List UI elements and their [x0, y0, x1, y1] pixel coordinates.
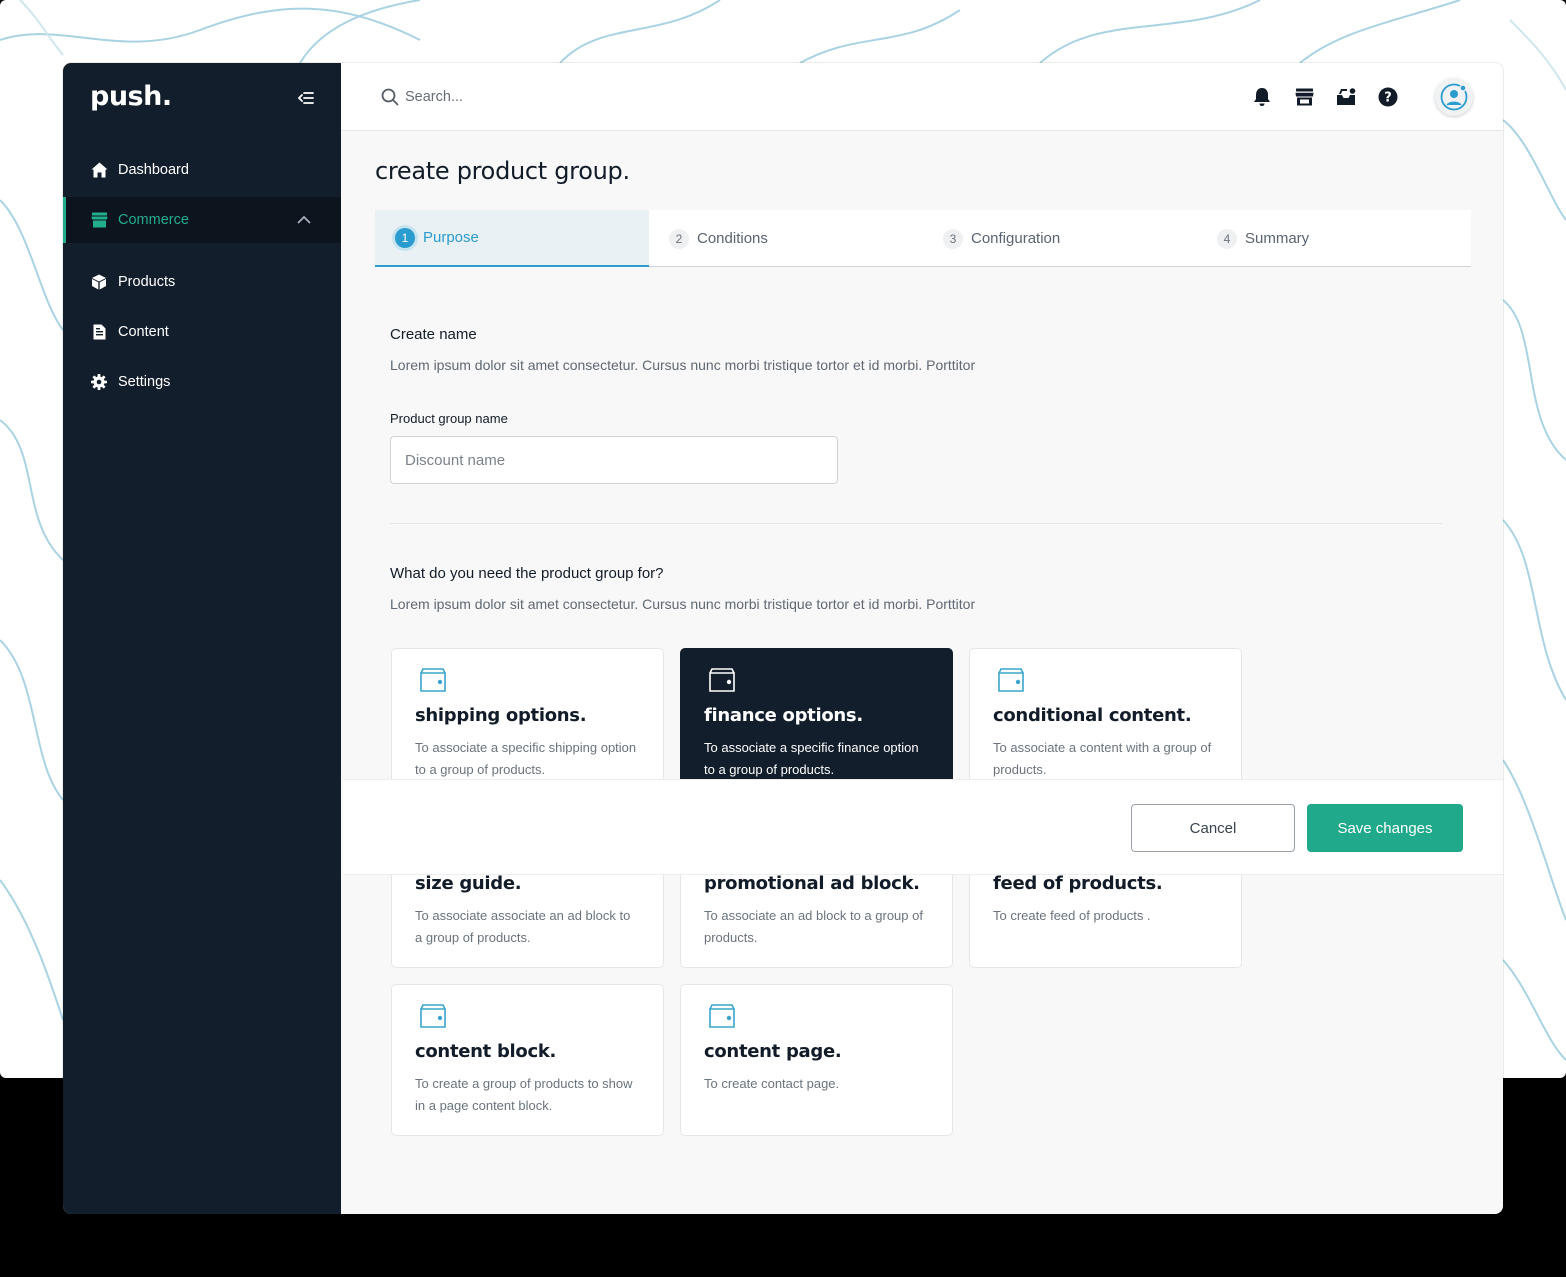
app-window: push. Dashboard Commerce Products Conten…: [63, 63, 1503, 1214]
step-configuration[interactable]: 3 Configuration: [923, 210, 1197, 267]
create-name-heading: Create name: [390, 326, 477, 343]
card-description: To associate a specific finance option t…: [704, 740, 919, 777]
sidebar-item-settings[interactable]: Settings: [63, 359, 341, 405]
document-icon: [90, 323, 108, 341]
sidebar-item-dashboard[interactable]: Dashboard: [63, 147, 341, 193]
save-changes-button[interactable]: Save changes: [1307, 804, 1463, 852]
collapse-menu-icon[interactable]: [295, 87, 317, 109]
stepper: 1 Purpose 2 Conditions 3 Configuration 4…: [375, 210, 1471, 267]
step-summary[interactable]: 4 Summary: [1197, 210, 1471, 267]
sidebar-item-label: Products: [118, 274, 176, 290]
avatar-icon[interactable]: [1435, 78, 1473, 116]
step-label: Summary: [1245, 230, 1310, 247]
chevron-up-icon[interactable]: [297, 212, 311, 228]
push-logo[interactable]: push.: [90, 81, 172, 112]
action-footer: Cancel Save changes: [343, 779, 1503, 875]
product-group-name-input[interactable]: [390, 436, 838, 484]
wallet-icon: [709, 668, 735, 692]
sidebar-item-products[interactable]: Products: [63, 259, 341, 305]
home-icon: [90, 161, 108, 179]
gear-icon: [90, 373, 108, 391]
card-title: content block.: [415, 1041, 557, 1062]
card-finance-options[interactable]: finance options. To associate a specific…: [680, 648, 953, 800]
card-title: feed of products.: [993, 873, 1163, 894]
card-description: To associate an ad block to a group of p…: [704, 908, 923, 945]
card-description: To create a group of products to show in…: [415, 1076, 633, 1113]
box-icon: [90, 273, 108, 291]
card-shipping-options[interactable]: shipping options. To associate a specifi…: [391, 648, 664, 800]
help-icon[interactable]: ?: [1377, 86, 1399, 108]
search-icon: [381, 88, 399, 111]
card-content-block[interactable]: content block. To create a group of prod…: [391, 984, 664, 1136]
sidebar: push. Dashboard Commerce Products Conten…: [63, 63, 341, 1214]
sidebar-item-label: Commerce: [118, 212, 189, 228]
purpose-description: Lorem ipsum dolor sit amet consectetur. …: [390, 596, 976, 612]
card-description: To associate a content with a group of p…: [993, 740, 1212, 777]
page-title: create product group.: [375, 157, 630, 185]
step-label: Configuration: [971, 230, 1061, 247]
card-title: promotional ad block.: [704, 873, 920, 894]
bell-icon[interactable]: [1251, 86, 1273, 108]
step-number: 1: [395, 227, 415, 248]
card-description: To associate a specific shipping option …: [415, 740, 637, 777]
card-title: size guide.: [415, 873, 522, 894]
card-title: finance options.: [704, 705, 863, 726]
step-number: 4: [1217, 228, 1237, 249]
search-input[interactable]: [405, 83, 805, 111]
sidebar-item-content[interactable]: Content: [63, 309, 341, 355]
wallet-icon: [709, 1004, 735, 1028]
step-label: Purpose: [423, 229, 479, 246]
cancel-button[interactable]: Cancel: [1131, 804, 1295, 852]
store-icon: [90, 211, 108, 229]
inbox-icon[interactable]: [1335, 86, 1357, 108]
sidebar-item-commerce[interactable]: Commerce: [63, 197, 341, 243]
top-header: ?: [341, 63, 1503, 131]
card-conditional-content[interactable]: conditional content. To associate a cont…: [969, 648, 1242, 800]
card-title: conditional content.: [993, 705, 1192, 726]
svg-text:?: ?: [1384, 91, 1392, 106]
card-description: To associate associate an ad block to a …: [415, 908, 631, 945]
card-title: shipping options.: [415, 705, 587, 726]
create-name-description: Lorem ipsum dolor sit amet consectetur. …: [390, 357, 976, 373]
card-description: To create feed of products .: [993, 908, 1151, 923]
wallet-icon: [420, 668, 446, 692]
step-conditions[interactable]: 2 Conditions: [649, 210, 923, 267]
sidebar-item-label: Dashboard: [118, 162, 189, 178]
step-number: 2: [669, 228, 689, 249]
card-description: To create contact page.: [704, 1076, 840, 1091]
purpose-heading: What do you need the product group for?: [390, 565, 664, 582]
card-title: content page.: [704, 1041, 842, 1062]
step-purpose[interactable]: 1 Purpose: [375, 210, 649, 267]
step-label: Conditions: [697, 230, 768, 247]
sidebar-item-label: Settings: [118, 374, 171, 390]
store-icon[interactable]: [1293, 86, 1315, 108]
sidebar-item-label: Content: [118, 324, 169, 340]
section-divider: [390, 523, 1442, 524]
step-number: 3: [943, 228, 963, 249]
card-content-page[interactable]: content page. To create contact page.: [680, 984, 953, 1136]
product-group-name-label: Product group name: [390, 411, 508, 426]
wallet-icon: [998, 668, 1024, 692]
wallet-icon: [420, 1004, 446, 1028]
